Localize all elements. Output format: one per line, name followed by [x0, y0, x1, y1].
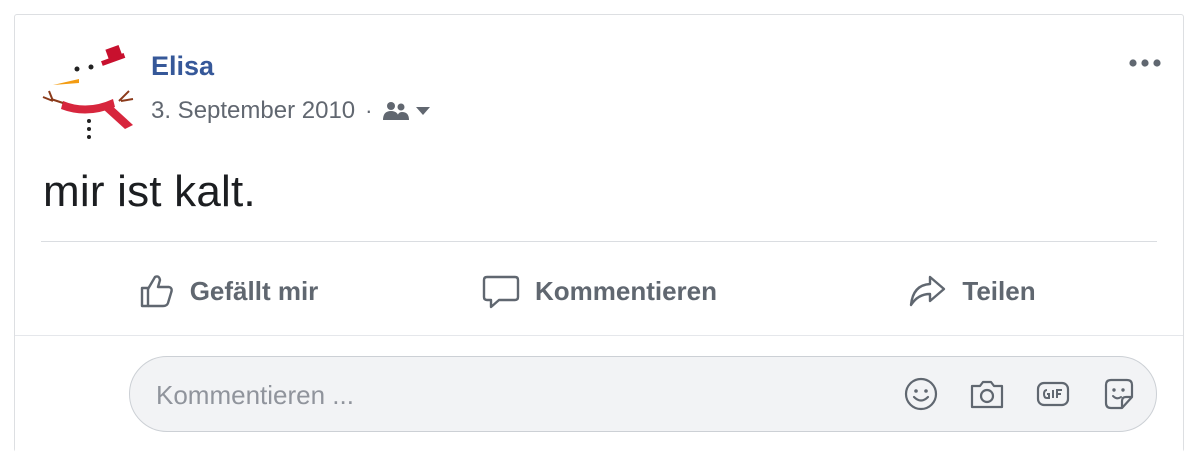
author-name[interactable]: Elisa	[151, 51, 214, 82]
post-text: mir ist kalt.	[43, 167, 256, 216]
more-options-icon	[1129, 59, 1161, 67]
sticker-icon	[1104, 378, 1134, 410]
comment-composer	[15, 336, 1183, 452]
snowman-avatar-icon	[42, 44, 134, 139]
share-label: Teilen	[962, 275, 1036, 306]
friends-icon	[383, 102, 410, 120]
meta-separator: ·	[365, 98, 373, 123]
sticker-button[interactable]	[1100, 375, 1138, 413]
post-card: Elisa 3. September 2010 · mir ist kalt.	[14, 14, 1184, 452]
emoji-button[interactable]	[902, 375, 940, 413]
camera-icon	[970, 380, 1004, 409]
speech-bubble-icon	[482, 275, 520, 309]
comment-input[interactable]	[154, 371, 878, 419]
thumbs-up-icon	[140, 275, 173, 308]
comment-tools	[902, 375, 1138, 413]
post-date[interactable]: 3. September 2010	[151, 97, 355, 125]
share-button[interactable]: Teilen	[785, 259, 1157, 323]
post-actions: Gefällt mir Kommentieren Teilen	[41, 259, 1157, 323]
divider	[41, 241, 1157, 242]
more-options-button[interactable]	[1125, 53, 1165, 73]
caret-down-icon	[416, 107, 431, 115]
comment-label: Kommentieren	[534, 275, 718, 306]
gif-icon	[1036, 381, 1070, 407]
photo-button[interactable]	[968, 375, 1006, 413]
comment-button[interactable]: Kommentieren	[413, 259, 785, 323]
comment-box[interactable]	[129, 356, 1157, 432]
post-meta: 3. September 2010 ·	[151, 97, 432, 125]
like-button[interactable]: Gefällt mir	[41, 259, 413, 323]
like-label: Gefällt mir	[189, 275, 319, 306]
smiley-icon	[904, 377, 938, 411]
audience-selector[interactable]	[382, 100, 432, 122]
avatar[interactable]	[29, 29, 139, 139]
share-arrow-icon	[910, 275, 946, 307]
gif-button[interactable]	[1034, 375, 1072, 413]
